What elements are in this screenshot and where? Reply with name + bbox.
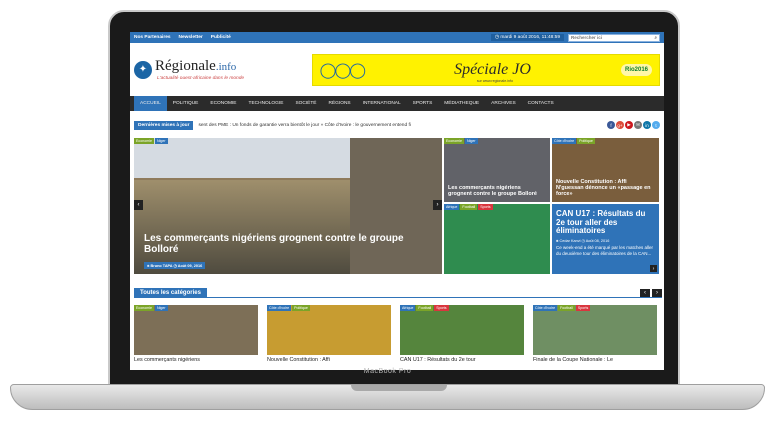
category-thumb[interactable]: Afrique Football Sports CAN U17 : Résult…: [400, 305, 524, 363]
category-tag[interactable]: Football: [460, 204, 478, 210]
linkedin-icon[interactable]: in: [643, 121, 651, 129]
news-card[interactable]: Côte d'Ivoire Politique Nouvelle Constit…: [552, 138, 659, 202]
facebook-icon[interactable]: f: [607, 121, 615, 129]
nav-technology[interactable]: TECHNOLOGIE: [243, 96, 290, 111]
category-tag[interactable]: Niger: [464, 138, 478, 144]
category-tag[interactable]: Côte d'Ivoire: [552, 138, 577, 144]
twitter-icon[interactable]: t: [652, 121, 660, 129]
category-tag[interactable]: Economie: [134, 305, 154, 311]
site-logo[interactable]: ✦ Régionale.info L'actualité ouest-afric…: [134, 58, 312, 82]
email-icon[interactable]: ✉: [634, 121, 642, 129]
nav-economy[interactable]: ECONOMIE: [204, 96, 242, 111]
search-input[interactable]: Rechercher ici ⌕: [568, 33, 660, 42]
laptop-frame: Nos Partenaires Newsletter Publicité ◷ m…: [0, 0, 775, 439]
category-tag[interactable]: Politique: [577, 138, 595, 144]
category-tag[interactable]: Football: [416, 305, 434, 311]
news-card[interactable]: Afrique Football Sports: [444, 204, 550, 274]
ticker-text[interactable]: sent des PME : Un fonds de garantie verr…: [198, 123, 410, 128]
category-tag[interactable]: Côte d'Ivoire: [267, 305, 292, 311]
search-icon[interactable]: ⌕: [654, 35, 657, 40]
next-arrow-button[interactable]: ›: [650, 265, 657, 272]
current-date: ◷ mardi 9 août 2016, 11:48:59: [490, 34, 564, 41]
laptop-brand-label: MacBook Pro: [363, 368, 412, 375]
top-bar: Nos Partenaires Newsletter Publicité ◷ m…: [130, 32, 664, 43]
section-title: Toutes les catégories: [134, 287, 207, 298]
category-tag[interactable]: Sports: [478, 204, 493, 210]
category-tag[interactable]: Niger: [154, 305, 168, 311]
category-tag[interactable]: Afrique: [400, 305, 416, 311]
main-navigation: ACCUEIL POLITIQUE ECONOMIE TECHNOLOGIE S…: [130, 96, 664, 111]
nav-contacts[interactable]: CONTACTS: [522, 96, 560, 111]
nav-society[interactable]: SOCIÉTÉ: [289, 96, 322, 111]
featured-article[interactable]: Economie Niger ‹ › Les commerçants nigér…: [134, 138, 442, 274]
bird-logo-icon: ✦: [134, 60, 152, 79]
nav-international[interactable]: INTERNATIONAL: [357, 96, 407, 111]
category-tag[interactable]: Côte d'Ivoire: [533, 305, 558, 311]
categories-section: Toutes les catégories ‹ › Economie Niger…: [134, 287, 662, 363]
site-header: ✦ Régionale.info L'actualité ouest-afric…: [130, 43, 664, 96]
featured-title[interactable]: Les commerçants nigériens grognent contr…: [144, 233, 424, 255]
google-plus-icon[interactable]: g+: [616, 121, 624, 129]
nav-media[interactable]: MÉDIATHEQUE: [438, 96, 485, 111]
nav-home[interactable]: ACCUEIL: [134, 96, 167, 111]
category-tag[interactable]: Afrique: [444, 204, 460, 210]
category-thumb[interactable]: Economie Niger Les commerçants nigériens: [134, 305, 258, 363]
link-advertising[interactable]: Publicité: [211, 35, 231, 40]
carousel-prev-button[interactable]: ‹: [640, 288, 650, 297]
laptop-base: [10, 384, 765, 410]
link-partners[interactable]: Nos Partenaires: [134, 35, 171, 40]
featured-meta: ♣ Bruno TAPA ◷ Août 09, 2016: [144, 262, 206, 269]
carousel-next-button[interactable]: ›: [652, 288, 662, 297]
category-tag[interactable]: Economie: [134, 138, 154, 144]
category-thumb[interactable]: Côte d'Ivoire Football Sports Finale de …: [533, 305, 657, 363]
news-card-highlight[interactable]: CAN U17 : Résultats du 2e tour aller des…: [552, 204, 659, 274]
website-screen: Nos Partenaires Newsletter Publicité ◷ m…: [130, 32, 664, 370]
category-tag[interactable]: Politique: [292, 305, 310, 311]
category-tag[interactable]: Sports: [434, 305, 449, 311]
nav-archives[interactable]: ARCHIVES: [485, 96, 522, 111]
olympics-banner[interactable]: ◯◯◯ Spéciale JO Rio2016 sur www.regional…: [311, 53, 660, 86]
youtube-icon[interactable]: ▶: [625, 121, 633, 129]
olympic-rings-icon: ◯◯◯: [319, 61, 366, 79]
category-thumb[interactable]: Côte d'Ivoire Politique Nouvelle Constit…: [267, 305, 391, 363]
category-tag[interactable]: Sports: [575, 305, 591, 311]
slider-next-button[interactable]: ›: [433, 200, 442, 210]
category-tag[interactable]: Niger: [154, 138, 168, 144]
slider-prev-button[interactable]: ‹: [134, 200, 143, 210]
link-newsletter[interactable]: Newsletter: [179, 35, 203, 40]
nav-regions[interactable]: RÉGIONS: [323, 96, 357, 111]
category-tag[interactable]: Economie: [444, 138, 464, 144]
news-ticker: Dernières mises à jour sent des PME : Un…: [130, 116, 664, 134]
nav-politics[interactable]: POLITIQUE: [167, 96, 205, 111]
social-links: f g+ ▶ ✉ in t: [607, 121, 660, 129]
nav-sports[interactable]: SPORTS: [407, 96, 439, 111]
news-card[interactable]: Economie Niger Les commerçants nigériens…: [444, 138, 550, 202]
category-tag[interactable]: Football: [558, 305, 575, 311]
